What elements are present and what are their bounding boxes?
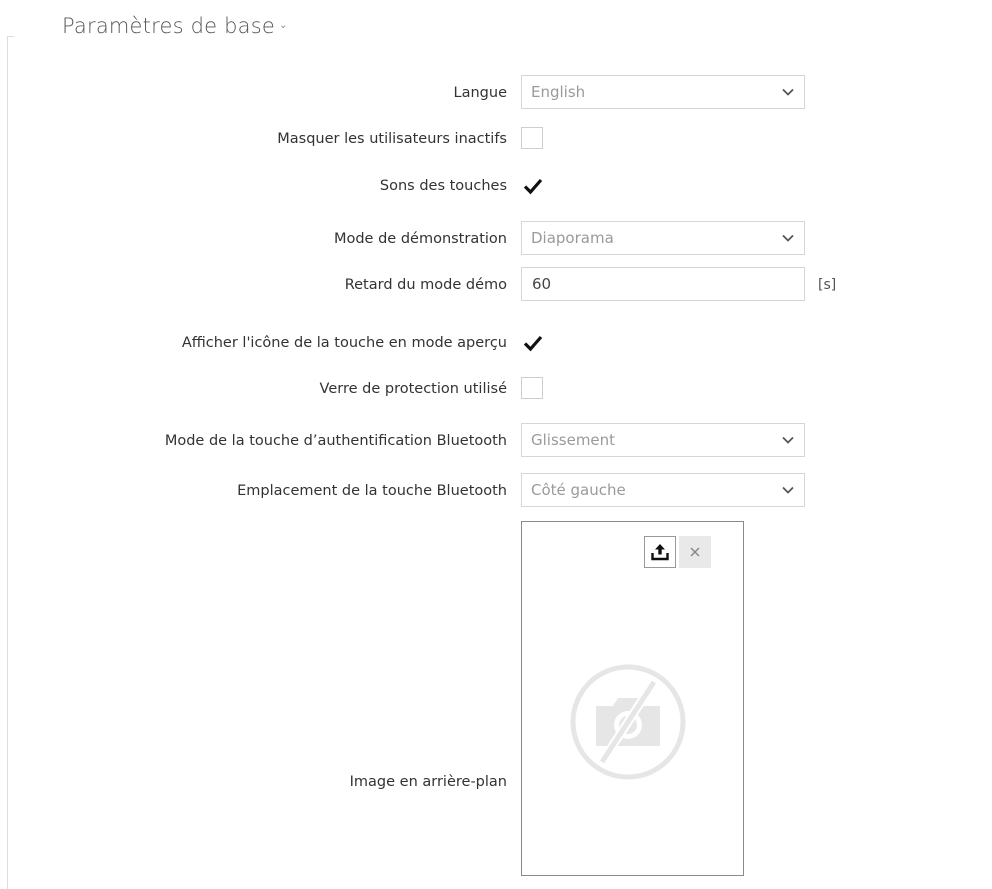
demo-mode-select-value: Diaporama	[531, 229, 614, 247]
upload-icon	[651, 544, 669, 561]
section-title: Paramètres de base	[62, 14, 275, 38]
chevron-down-icon	[782, 486, 794, 494]
demo-delay-label: Retard du mode démo	[344, 277, 507, 293]
demo-mode-label: Mode de démonstration	[333, 231, 507, 247]
background-image-box[interactable]	[521, 521, 744, 876]
bluetooth-key-location-select-value: Côté gauche	[531, 481, 626, 499]
settings-page: Paramètres de base ⌄ Langue English Masqu…	[0, 0, 992, 889]
language-label: Langue	[453, 85, 507, 101]
row-bluetooth-auth-key-mode: Mode de la touche d’authentification Blu…	[0, 423, 992, 459]
row-language: Langue English	[0, 75, 992, 111]
language-select-value: English	[531, 83, 586, 101]
checkmark-icon	[523, 335, 543, 352]
bluetooth-auth-key-mode-select-value: Glissement	[531, 431, 616, 449]
key-sounds-label: Sons des touches	[379, 178, 507, 194]
row-protective-glass: Verre de protection utilisé	[0, 371, 992, 407]
upload-button[interactable]	[644, 536, 676, 568]
protective-glass-checkbox[interactable]	[521, 377, 543, 399]
section-frame-line	[7, 36, 8, 889]
show-key-icon-preview-label: Afficher l'icône de la touche en mode ap…	[181, 335, 507, 351]
demo-delay-unit: [s]	[818, 277, 837, 293]
no-image-camera-icon	[570, 664, 686, 780]
protective-glass-label: Verre de protection utilisé	[319, 381, 507, 397]
chevron-down-icon	[782, 234, 794, 242]
row-key-sounds: Sons des touches	[0, 168, 992, 204]
chevron-down-icon: ⌄	[279, 19, 288, 31]
hide-inactive-users-checkbox[interactable]	[521, 127, 543, 149]
section-header-basic-settings[interactable]: Paramètres de base ⌄	[62, 14, 288, 38]
chevron-down-icon	[782, 88, 794, 96]
demo-mode-select[interactable]: Diaporama	[521, 221, 805, 255]
row-show-key-icon-preview: Afficher l'icône de la touche en mode ap…	[0, 325, 992, 361]
row-demo-mode: Mode de démonstration Diaporama	[0, 221, 992, 257]
bluetooth-key-location-label: Emplacement de la touche Bluetooth	[237, 483, 507, 499]
chevron-down-icon	[782, 436, 794, 444]
demo-delay-input[interactable]	[521, 267, 805, 301]
bluetooth-auth-key-mode-label: Mode de la touche d’authentification Blu…	[164, 433, 507, 449]
remove-image-button[interactable]	[679, 536, 711, 568]
row-bluetooth-key-location: Emplacement de la touche Bluetooth Côté …	[0, 473, 992, 509]
hide-inactive-users-label: Masquer les utilisateurs inactifs	[277, 131, 507, 147]
key-sounds-checkbox[interactable]	[521, 174, 543, 196]
close-icon	[690, 547, 700, 557]
bluetooth-key-location-select[interactable]: Côté gauche	[521, 473, 805, 507]
background-image-label: Image en arrière-plan	[349, 774, 507, 790]
row-hide-inactive-users: Masquer les utilisateurs inactifs	[0, 121, 992, 157]
bluetooth-auth-key-mode-select[interactable]: Glissement	[521, 423, 805, 457]
show-key-icon-preview-checkbox[interactable]	[521, 331, 543, 353]
row-demo-delay: Retard du mode démo [s]	[0, 267, 992, 303]
language-select[interactable]: English	[521, 75, 805, 109]
checkmark-icon	[523, 178, 543, 195]
section-frame-corner	[7, 36, 14, 37]
